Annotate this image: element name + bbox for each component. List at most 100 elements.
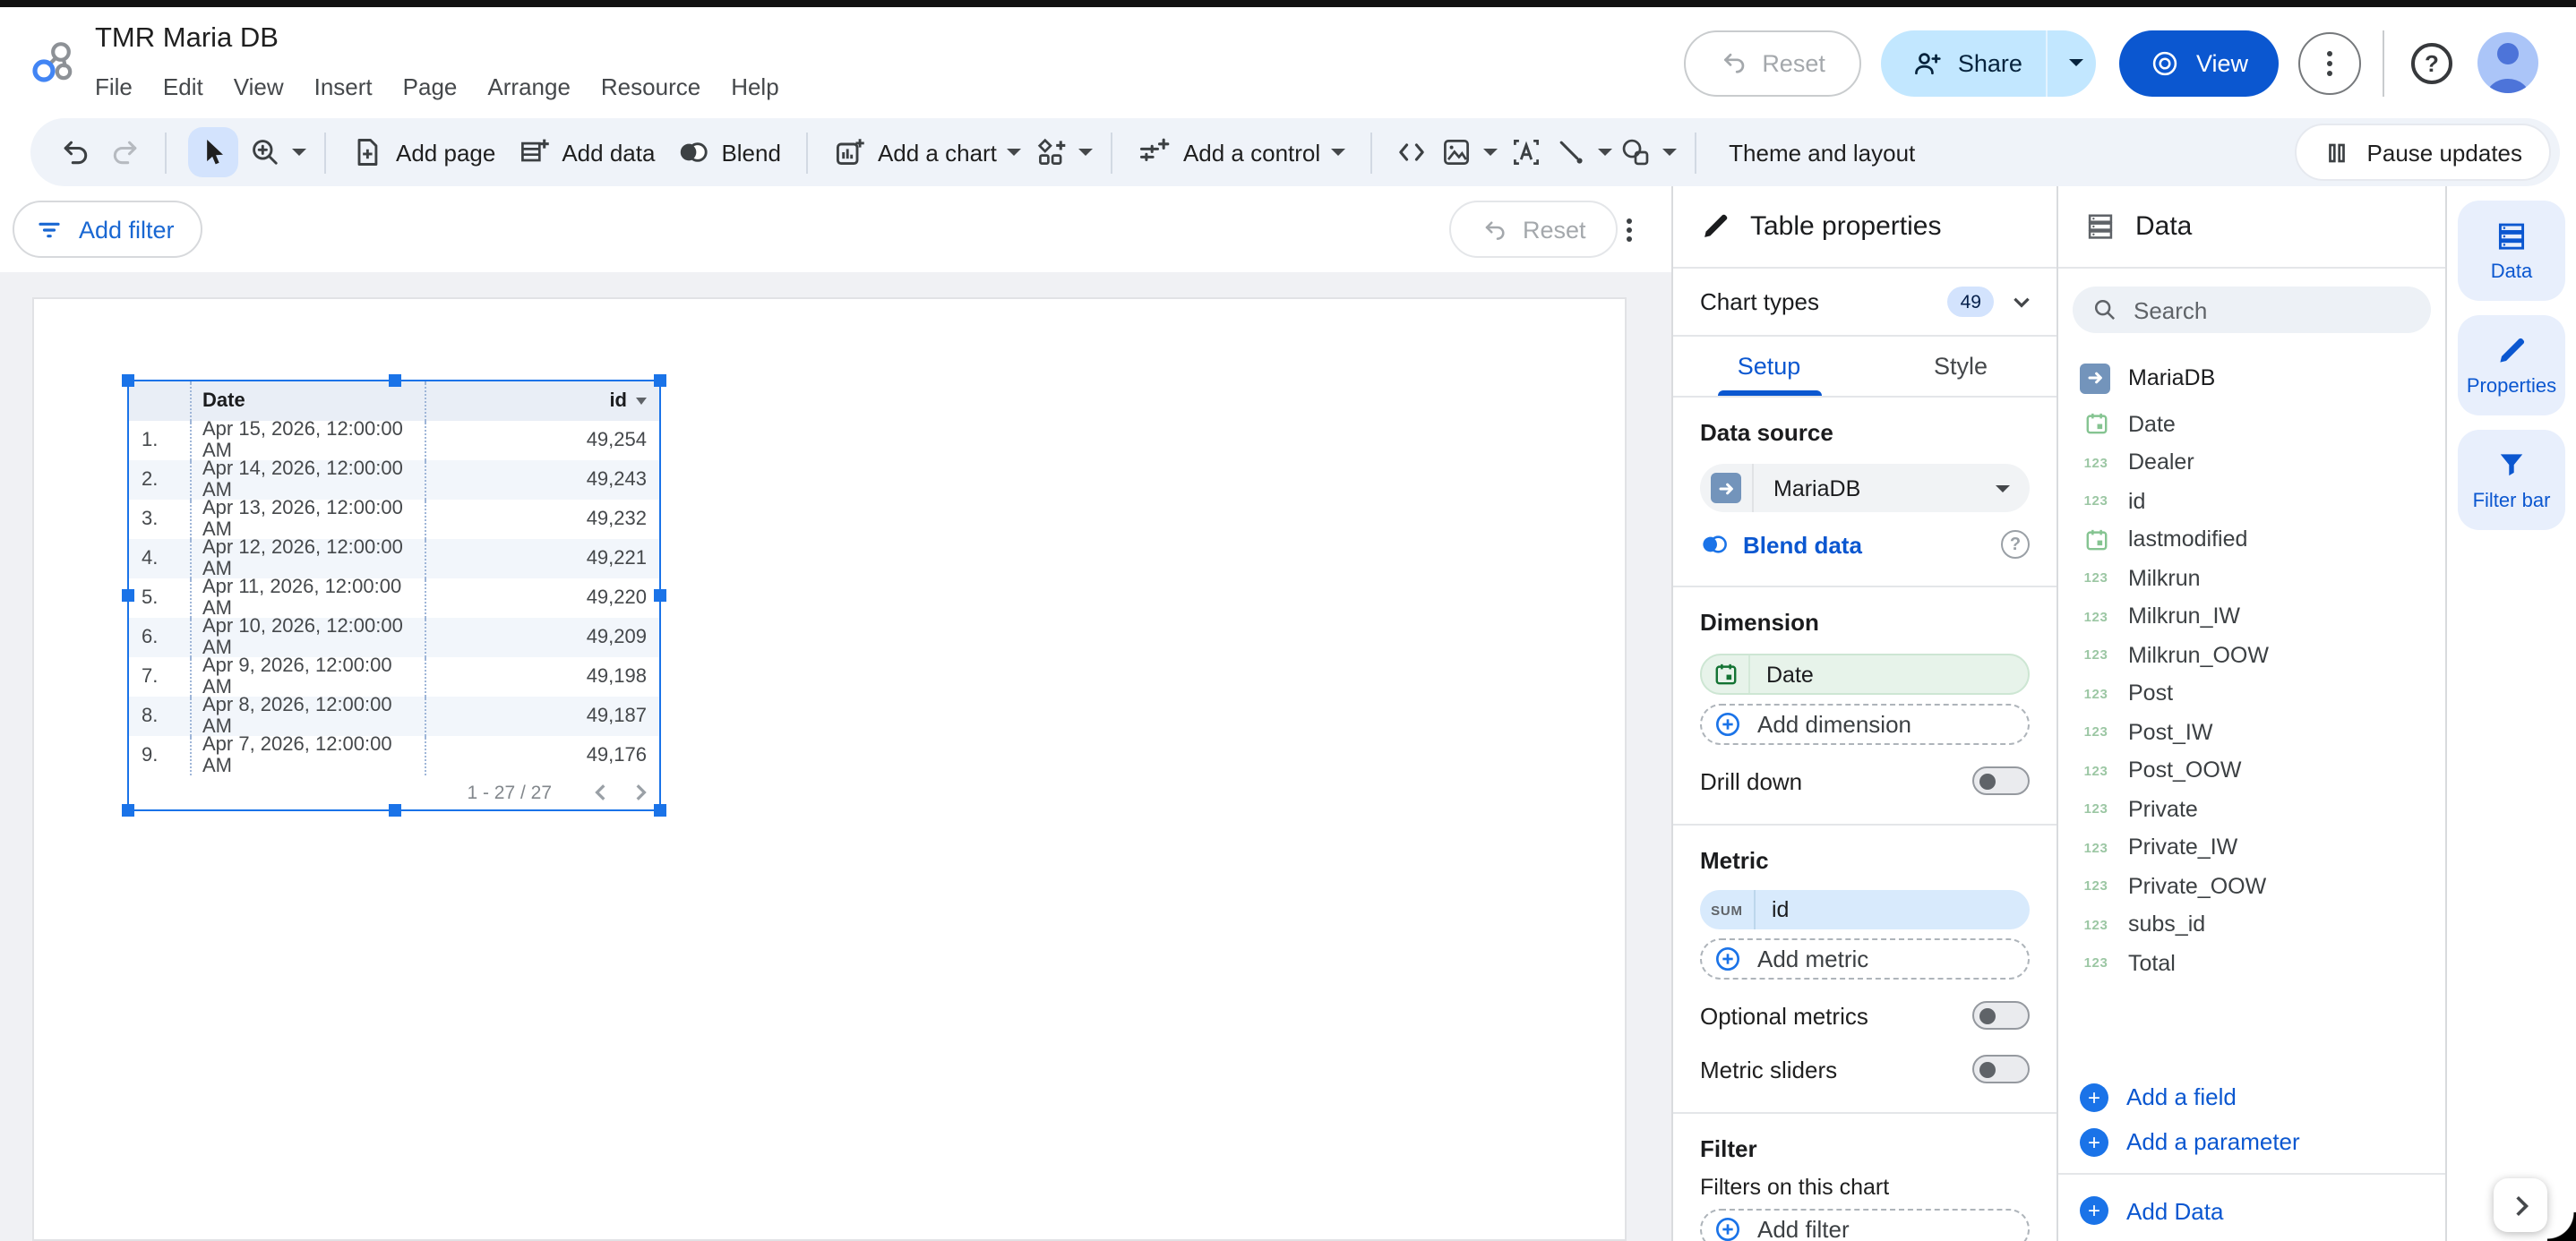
tab-style[interactable]: Style — [1865, 337, 2057, 396]
selection-handle[interactable] — [388, 374, 400, 387]
menu-insert[interactable]: Insert — [314, 73, 373, 100]
field-milkrun-oow[interactable]: 123 Milkrun_OOW — [2080, 636, 2445, 674]
report-canvas[interactable]: Date id 1. Apr 15, 2026, 12:00:00 AM 49,… — [0, 272, 1671, 1241]
looker-studio-logo-icon[interactable] — [29, 38, 77, 86]
menu-edit[interactable]: Edit — [163, 73, 203, 100]
collapse-panel-button[interactable] — [2494, 1178, 2547, 1232]
share-button[interactable]: Share — [1881, 30, 2046, 96]
add-a-field-button[interactable]: + Add a field — [2058, 1074, 2445, 1119]
field-post-iw[interactable]: 123 Post_IW — [2080, 713, 2445, 751]
add-filter-button[interactable]: Add filter — [13, 201, 203, 258]
field-search-box[interactable] — [2073, 287, 2431, 333]
menu-view[interactable]: View — [234, 73, 284, 100]
number-type-icon: 123 — [2080, 455, 2112, 471]
insert-text-button[interactable] — [1505, 127, 1548, 177]
insert-shape-button[interactable] — [1619, 127, 1677, 177]
report-page[interactable]: Date id 1. Apr 15, 2026, 12:00:00 AM 49,… — [32, 297, 1627, 1241]
zoom-tool-button[interactable] — [249, 127, 306, 177]
selection-handle[interactable] — [654, 804, 666, 817]
blend-icon — [676, 136, 708, 168]
id-column-header[interactable]: id — [425, 381, 659, 421]
field-lastmodified[interactable]: lastmodified — [2080, 520, 2445, 559]
selection-handle[interactable] — [122, 374, 134, 387]
redo-button[interactable] — [104, 127, 147, 177]
field-date[interactable]: Date — [2080, 405, 2445, 443]
add-page-button[interactable]: Add page — [351, 136, 495, 168]
data-panel-header: Data — [2058, 186, 2445, 269]
optional-metrics-toggle[interactable] — [1972, 1001, 2030, 1030]
select-tool-button[interactable] — [188, 127, 238, 177]
data-source-selector[interactable]: MariaDB — [1700, 464, 2030, 512]
undo-button[interactable] — [54, 127, 97, 177]
add-data-button[interactable]: Add data — [517, 136, 655, 168]
field-dealer[interactable]: 123 Dealer — [2080, 443, 2445, 482]
field-post[interactable]: 123 Post — [2080, 674, 2445, 713]
field-private[interactable]: 123 Private — [2080, 790, 2445, 828]
data-source-item[interactable]: MariaDB — [2080, 356, 2445, 399]
menu-help[interactable]: Help — [731, 73, 779, 100]
add-dimension-button[interactable]: Add dimension — [1700, 704, 2030, 745]
embed-url-button[interactable] — [1390, 127, 1433, 177]
drill-down-toggle[interactable] — [1972, 766, 2030, 795]
add-a-chart-button[interactable]: Add a chart — [833, 136, 1022, 168]
tab-setup[interactable]: Setup — [1673, 337, 1865, 396]
blend-data-row: Blend data ? — [1700, 528, 2030, 561]
field-milkrun[interactable]: 123 Milkrun — [2080, 559, 2445, 597]
selection-handle[interactable] — [122, 589, 134, 602]
metric-chip-id[interactable]: SUM id — [1700, 890, 2030, 929]
table-chart[interactable]: Date id 1. Apr 15, 2026, 12:00:00 AM 49,… — [129, 381, 659, 809]
community-visualizations-button[interactable] — [1036, 127, 1094, 177]
user-avatar[interactable] — [2477, 32, 2538, 93]
selection-handle[interactable] — [122, 804, 134, 817]
share-dropdown-button[interactable] — [2046, 30, 2096, 96]
date-column-header[interactable]: Date — [190, 381, 425, 421]
dimension-chip-date[interactable]: Date — [1700, 654, 2030, 695]
filter-reset-button[interactable]: Reset — [1449, 201, 1619, 258]
insert-line-button[interactable] — [1555, 127, 1612, 177]
rail-data-button[interactable]: Data — [2458, 201, 2565, 301]
selection-handle[interactable] — [654, 374, 666, 387]
help-button[interactable]: ? — [2411, 42, 2452, 83]
menu-resource[interactable]: Resource — [601, 73, 700, 100]
panel-title: Data — [2135, 211, 2192, 242]
menu-bar: File Edit View Insert Page Arrange Resou… — [95, 73, 779, 100]
theme-and-layout-button[interactable]: Theme and layout — [1729, 139, 1915, 166]
menu-file[interactable]: File — [95, 73, 133, 100]
field-id[interactable]: 123 id — [2080, 482, 2445, 520]
menu-arrange[interactable]: Arrange — [487, 73, 571, 100]
aggregation-chip[interactable]: SUM — [1700, 890, 1756, 929]
table-row: 1. Apr 15, 2026, 12:00:00 AM 49,254 — [129, 421, 659, 460]
selection-handle[interactable] — [388, 804, 400, 817]
field-total[interactable]: 123 Total — [2080, 944, 2445, 982]
blend-data-link[interactable]: Blend data — [1743, 531, 1862, 558]
filter-bar-more-button[interactable] — [1614, 215, 1643, 244]
field-private-oow[interactable]: 123 Private_OOW — [2080, 867, 2445, 905]
field-subs-id[interactable]: 123 subs_id — [2080, 905, 2445, 944]
search-input[interactable] — [2134, 296, 2411, 323]
view-button[interactable]: View — [2119, 30, 2279, 96]
add-metric-button[interactable]: Add metric — [1700, 938, 2030, 980]
menu-page[interactable]: Page — [403, 73, 458, 100]
more-options-button[interactable] — [2298, 31, 2361, 94]
add-chart-filter-button[interactable]: Add filter — [1700, 1209, 2030, 1241]
blend-button[interactable]: Blend — [676, 136, 781, 168]
chart-types-row[interactable]: Chart types 49 — [1673, 269, 2057, 337]
rail-properties-button[interactable]: Properties — [2458, 315, 2565, 415]
add-a-parameter-button[interactable]: + Add a parameter — [2058, 1119, 2445, 1164]
metric-sliders-toggle[interactable] — [1972, 1055, 2030, 1083]
pause-updates-button[interactable]: Pause updates — [2296, 124, 2551, 181]
insert-image-button[interactable] — [1440, 127, 1498, 177]
add-data-button-footer[interactable]: + Add Data — [2058, 1185, 2445, 1236]
pagination-prev-button[interactable] — [580, 783, 620, 802]
help-circle-icon[interactable]: ? — [2001, 530, 2030, 559]
selection-handle[interactable] — [654, 589, 666, 602]
reset-button[interactable]: Reset — [1683, 30, 1861, 96]
pagination-next-button[interactable] — [620, 783, 659, 802]
field-milkrun-iw[interactable]: 123 Milkrun_IW — [2080, 597, 2445, 636]
report-title[interactable]: TMR Maria DB — [95, 23, 279, 56]
field-post-oow[interactable]: 123 Post_OOW — [2080, 751, 2445, 790]
rail-filter-bar-button[interactable]: Filter bar — [2458, 430, 2565, 530]
field-private-iw[interactable]: 123 Private_IW — [2080, 828, 2445, 867]
undo-icon — [1481, 216, 1508, 243]
add-a-control-button[interactable]: Add a control — [1138, 136, 1345, 168]
